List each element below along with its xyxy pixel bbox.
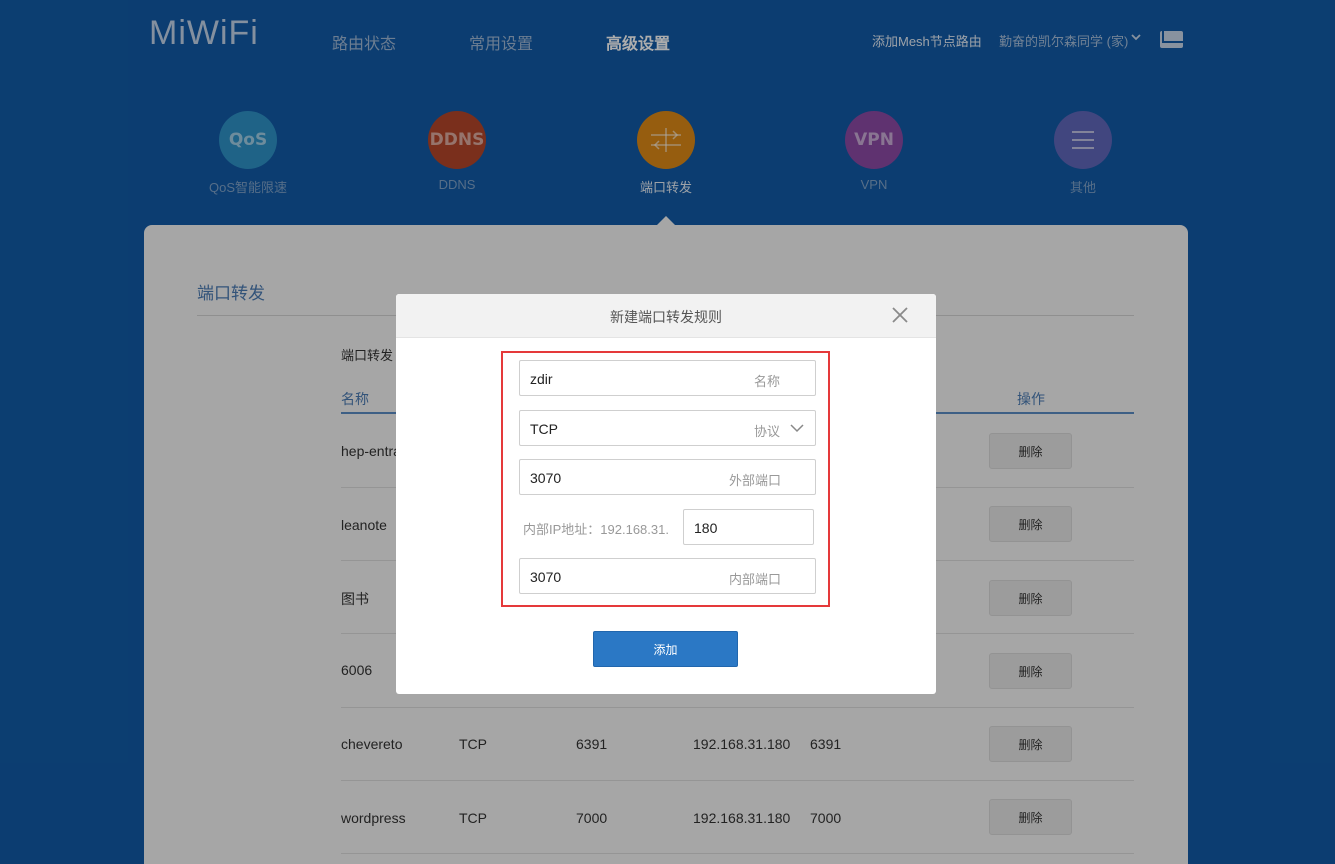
external-port-field[interactable]: 3070 外部端口 — [519, 459, 816, 495]
dialog-title: 新建端口转发规则 — [610, 309, 722, 325]
protocol-select[interactable]: TCP 协议 — [519, 410, 816, 446]
internal-port-value: 3070 — [530, 569, 562, 585]
close-icon[interactable] — [890, 305, 910, 325]
internal-ip-label: 内部IP地址：192.168.31. — [523, 522, 669, 537]
protocol-hint: 协议 — [754, 424, 781, 439]
name-hint: 名称 — [754, 374, 781, 389]
protocol-value: TCP — [530, 421, 558, 437]
internal-ip-suffix-field[interactable]: 180 — [683, 509, 814, 545]
external-port-value: 3070 — [530, 470, 562, 486]
name-field[interactable]: zdir 名称 — [519, 360, 816, 396]
internal-ip-suffix-value: 180 — [694, 520, 718, 536]
internal-port-hint: 内部端口 — [729, 572, 782, 587]
chevron-down-icon — [790, 424, 804, 433]
name-value: zdir — [530, 371, 553, 387]
new-port-forward-dialog: 新建端口转发规则 zdir 名称 TCP 协议 3070 外部端口 内部IP地址… — [396, 294, 936, 694]
add-button[interactable]: 添加 — [593, 631, 738, 667]
external-port-hint: 外部端口 — [729, 473, 782, 488]
internal-port-field[interactable]: 3070 内部端口 — [519, 558, 816, 594]
